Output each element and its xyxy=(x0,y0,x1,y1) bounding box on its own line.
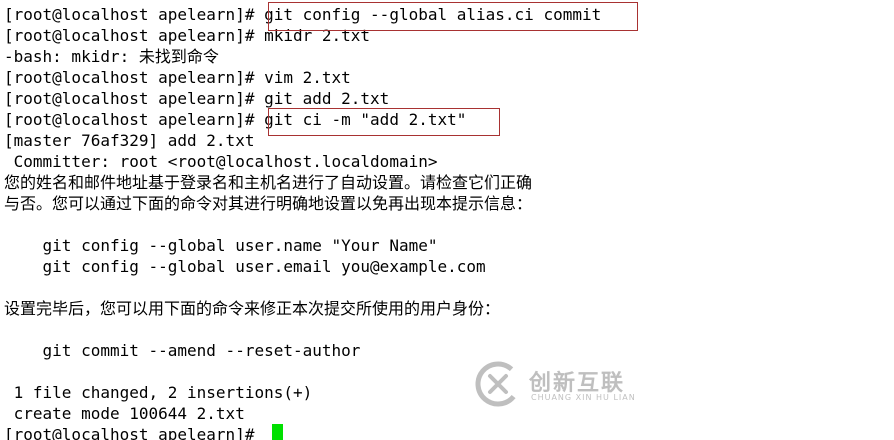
terminal-line: 与否。您可以通过下面的命令对其进行明确地设置以免再出现本提示信息： xyxy=(4,194,533,213)
highlight-box-ci-command xyxy=(268,108,500,136)
terminal-line: git config --global user.email you@examp… xyxy=(4,257,486,276)
terminal-line: create mode 100644 2.txt xyxy=(4,404,245,423)
terminal-line: git commit --amend --reset-author xyxy=(4,341,361,360)
terminal-line: [master 76af329] add 2.txt xyxy=(4,131,255,150)
terminal-line: git config --global user.name "Your Name… xyxy=(4,236,438,255)
terminal-line: 您的姓名和邮件地址基于登录名和主机名进行了自动设置。请检查它们正确 xyxy=(4,173,533,192)
brand-logo-icon xyxy=(475,361,521,407)
terminal-line: [root@localhost apelearn]# vim 2.txt xyxy=(4,68,351,87)
terminal-line: 1 file changed, 2 insertions(+) xyxy=(4,383,313,402)
terminal-line: Committer: root <root@localhost.localdom… xyxy=(4,152,438,171)
terminal-line: [root@localhost apelearn]# git add 2.txt xyxy=(4,89,390,108)
terminal-window[interactable]: [root@localhost apelearn]# git config --… xyxy=(0,0,894,440)
terminal-cursor[interactable] xyxy=(272,424,283,440)
terminal-line: -bash: mkidr: 未找到命令 xyxy=(4,47,219,66)
highlight-box-alias-command xyxy=(268,2,638,31)
watermark: 创新互联 CHUANG XIN HU LIAN xyxy=(475,361,655,409)
terminal-prompt-line: [root@localhost apelearn]# xyxy=(4,425,265,440)
terminal-line: 设置完毕后，您可以用下面的命令来修正本次提交所使用的用户身份： xyxy=(4,299,501,318)
watermark-subtext: CHUANG XIN HU LIAN xyxy=(531,393,636,402)
